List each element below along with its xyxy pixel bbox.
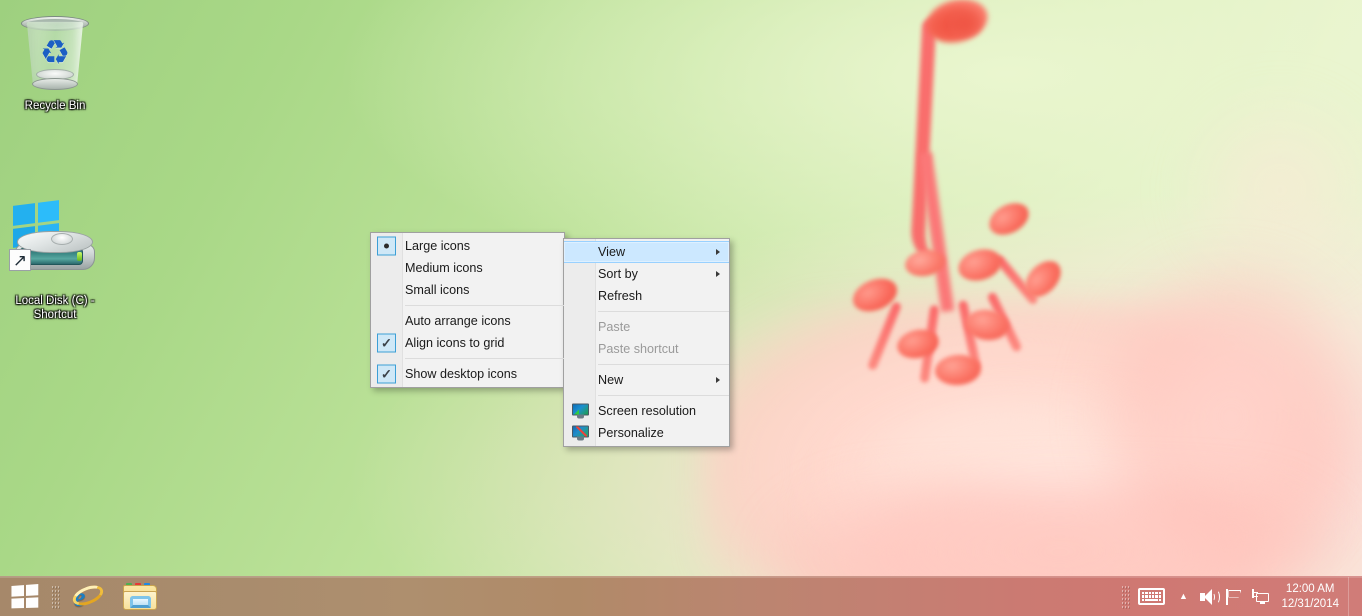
menu-item-label: Paste shortcut (598, 342, 679, 356)
menu-item-screen-resolution[interactable]: Screen resolution (564, 400, 729, 422)
menu-item-label: Refresh (598, 289, 643, 303)
menu-item-personalize[interactable]: Personalize (564, 422, 729, 444)
radio-selected-icon (377, 236, 396, 256)
file-explorer-icon (123, 582, 157, 611)
desktop-icon-recycle-bin[interactable]: ♻ Recycle Bin (0, 10, 110, 113)
desktop-context-menu[interactable]: View Sort by Refresh Paste Paste shortcu… (563, 238, 730, 447)
menu-item-label: Medium icons (405, 261, 483, 275)
volume-button[interactable] (1196, 577, 1222, 616)
menu-item-new[interactable]: New (564, 369, 729, 391)
speaker-icon (1199, 588, 1220, 605)
chevron-right-icon (716, 377, 720, 383)
menu-item-view[interactable]: View (564, 241, 729, 263)
menu-item-align-icons-to-grid[interactable]: ✓ Align icons to grid (371, 332, 564, 354)
menu-item-label: Show desktop icons (405, 367, 518, 381)
menu-item-small-icons[interactable]: Small icons (371, 279, 564, 301)
menu-item-large-icons[interactable]: Large icons (371, 235, 564, 257)
tray-gripper[interactable] (1118, 577, 1132, 616)
menu-separator (598, 311, 729, 312)
menu-item-auto-arrange-icons[interactable]: Auto arrange icons (371, 310, 564, 332)
menu-item-label: Personalize (598, 426, 664, 440)
flower-stigma-core (948, 10, 982, 38)
menu-item-label: Large icons (405, 239, 471, 253)
recycle-bin-icon: ♻ (15, 10, 95, 96)
show-desktop-button[interactable] (1348, 576, 1356, 616)
start-button[interactable] (0, 577, 48, 616)
desktop-icon-local-disk-shortcut[interactable]: ↗ Local Disk (C) - Shortcut (0, 200, 110, 322)
menu-item-label: Align icons to grid (405, 336, 505, 350)
chevron-up-icon: ▲ (1178, 591, 1188, 601)
menu-separator (598, 364, 729, 365)
menu-item-label: Auto arrange icons (405, 314, 511, 328)
taskbar-button-internet-explorer[interactable]: e (64, 578, 112, 616)
monitor-personalize-icon (572, 425, 589, 441)
menu-item-medium-icons[interactable]: Medium icons (371, 257, 564, 279)
shortcut-arrow-icon: ↗ (9, 249, 31, 271)
menu-item-sort-by[interactable]: Sort by (564, 263, 729, 285)
desktop-background[interactable]: ♻ Recycle Bin ↗ Local Disk (C) - Shortcu… (0, 0, 1362, 616)
touch-keyboard-button[interactable] (1132, 577, 1170, 616)
windows-start-icon (10, 583, 38, 609)
keyboard-icon (1137, 588, 1165, 605)
taskbar-gripper[interactable] (48, 577, 62, 616)
menu-separator (405, 358, 564, 359)
flower-style-lower (919, 147, 985, 313)
menu-item-label: Sort by (598, 267, 638, 281)
flag-icon (1226, 588, 1244, 605)
system-tray[interactable]: ▲ 12:00 AM 12/31/2014 (1118, 576, 1362, 616)
menu-item-paste-shortcut: Paste shortcut (564, 338, 729, 360)
network-icon (1252, 588, 1270, 605)
menu-item-label: New (598, 373, 624, 387)
menu-item-label: Paste (598, 320, 631, 334)
view-submenu[interactable]: Large icons Medium icons Small icons Aut… (370, 232, 565, 388)
menu-item-refresh[interactable]: Refresh (564, 285, 729, 307)
internet-explorer-icon: e (69, 581, 106, 611)
action-center-button[interactable] (1222, 577, 1248, 616)
menu-item-label: Small icons (405, 283, 470, 297)
clock-time: 12:00 AM (1285, 582, 1335, 595)
menu-item-show-desktop-icons[interactable]: ✓ Show desktop icons (371, 363, 564, 385)
menu-item-label: Screen resolution (598, 404, 697, 418)
checkmark-icon: ✓ (377, 364, 396, 384)
taskbar-button-file-explorer[interactable] (116, 578, 164, 616)
desktop-icon-label: Local Disk (C) - Shortcut (15, 295, 95, 321)
desktop-icon-label: Recycle Bin (24, 100, 86, 112)
clock-date: 12/31/2014 (1281, 597, 1339, 610)
chevron-right-icon (716, 249, 720, 255)
menu-separator (598, 395, 729, 396)
menu-separator (405, 305, 564, 306)
menu-item-label: View (598, 245, 626, 259)
chevron-right-icon (716, 271, 720, 277)
show-hidden-icons-button[interactable]: ▲ (1170, 577, 1196, 616)
checkmark-icon: ✓ (377, 333, 396, 353)
clock[interactable]: 12:00 AM 12/31/2014 (1274, 582, 1348, 612)
taskbar[interactable]: e ▲ 12:00 AM 12/31/2014 (0, 576, 1362, 616)
monitor-resolution-icon (572, 403, 589, 419)
network-button[interactable] (1248, 577, 1274, 616)
flower-anther-6 (983, 196, 1035, 242)
hard-disk-shortcut-icon: ↗ (7, 200, 103, 291)
menu-item-paste: Paste (564, 316, 729, 338)
